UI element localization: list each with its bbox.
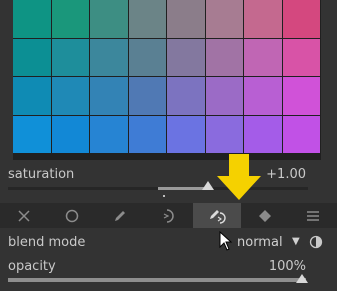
- mouse-pointer-icon: [219, 231, 233, 251]
- color-zone-cell[interactable]: [51, 115, 89, 153]
- color-zone-cell[interactable]: [128, 77, 166, 115]
- raster-icon: [258, 209, 271, 222]
- color-zone-cell[interactable]: [51, 0, 89, 38]
- saturation-value[interactable]: +1.00: [266, 167, 306, 182]
- saturation-slider-thumb[interactable]: [202, 181, 214, 190]
- mask-mode-tabs: [0, 203, 337, 228]
- color-zone-cell[interactable]: [13, 38, 51, 76]
- color-zone-cell[interactable]: [205, 115, 243, 153]
- tab-menu[interactable]: [289, 203, 337, 228]
- pencil-icon: [115, 210, 126, 221]
- menu-icon: [306, 210, 319, 221]
- tab-uniformly[interactable]: [48, 203, 96, 228]
- color-zone-cell[interactable]: [205, 38, 243, 76]
- blend-mode-select[interactable]: normal: [237, 235, 283, 250]
- opacity-slider[interactable]: [8, 278, 306, 282]
- tab-off[interactable]: [0, 203, 48, 228]
- color-zone-cell[interactable]: [90, 115, 128, 153]
- color-zone-cell[interactable]: [90, 0, 128, 38]
- saturation-slider[interactable]: [8, 181, 308, 197]
- opacity-slider-thumb[interactable]: [296, 274, 308, 283]
- saturation-slider-row[interactable]: saturation +1.00: [0, 161, 337, 201]
- color-zone-cell[interactable]: [13, 77, 51, 115]
- close-icon: [18, 209, 30, 222]
- opacity-value[interactable]: 100%: [269, 259, 306, 274]
- chevron-down-icon[interactable]: ▼: [292, 236, 300, 247]
- color-zone-cell[interactable]: [90, 77, 128, 115]
- highlight-arrow-icon: [217, 154, 261, 200]
- blend-mode-label: blend mode: [8, 235, 86, 250]
- color-zone-cell[interactable]: [128, 38, 166, 76]
- color-zone-cell[interactable]: [282, 115, 320, 153]
- saturation-label: saturation: [8, 167, 75, 182]
- color-zone-cell[interactable]: [167, 115, 205, 153]
- color-zone-cell[interactable]: [167, 77, 205, 115]
- tab-drawn-mask[interactable]: [96, 203, 144, 228]
- color-zone-cell[interactable]: [205, 0, 243, 38]
- blend-mode-row[interactable]: blend mode normal ▼: [0, 232, 337, 254]
- color-zone-cell[interactable]: [282, 38, 320, 76]
- color-zone-cell[interactable]: [244, 77, 282, 115]
- color-zone-grid[interactable]: [13, 0, 321, 160]
- color-zone-cell[interactable]: [13, 0, 51, 38]
- color-zone-cell[interactable]: [167, 0, 205, 38]
- tab-raster-mask[interactable]: [241, 203, 289, 228]
- parametric-icon: [164, 208, 175, 223]
- color-zone-cell[interactable]: [90, 38, 128, 76]
- color-zone-cell[interactable]: [244, 0, 282, 38]
- color-zone-cell[interactable]: [282, 0, 320, 38]
- blend-reverse-toggle-icon[interactable]: [309, 235, 323, 249]
- circle-icon: [65, 209, 79, 222]
- color-zone-cell[interactable]: [205, 77, 243, 115]
- opacity-label: opacity: [8, 259, 56, 274]
- opacity-slider-row[interactable]: opacity 100%: [0, 257, 337, 291]
- color-zone-cells[interactable]: [13, 0, 320, 153]
- color-zone-cell[interactable]: [13, 115, 51, 153]
- color-zone-cell[interactable]: [244, 115, 282, 153]
- color-zone-cell[interactable]: [128, 115, 166, 153]
- saturation-slider-default-marker: [163, 195, 165, 197]
- pencil-parametric-icon: [209, 209, 226, 224]
- tab-parametric-mask[interactable]: [144, 203, 192, 228]
- color-zone-cell[interactable]: [51, 77, 89, 115]
- color-zone-cell[interactable]: [282, 77, 320, 115]
- color-zone-cell[interactable]: [244, 38, 282, 76]
- color-zone-cell[interactable]: [51, 38, 89, 76]
- color-zone-cell[interactable]: [167, 38, 205, 76]
- saturation-slider-fill: [158, 187, 205, 190]
- tab-drawn-parametric-mask[interactable]: [192, 203, 241, 228]
- color-zone-cell[interactable]: [128, 0, 166, 38]
